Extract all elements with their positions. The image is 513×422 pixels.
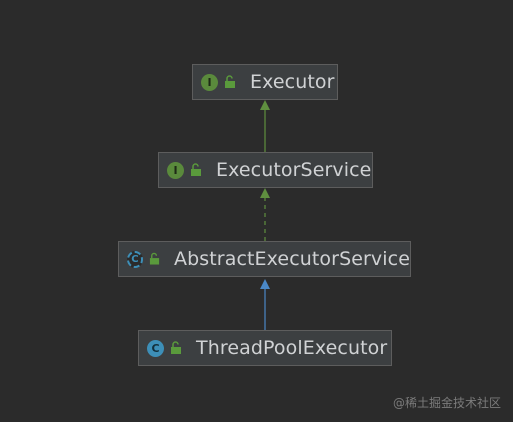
edge-arrowhead-abstract [260, 279, 270, 289]
abstract-class-icon: C [127, 250, 143, 268]
watermark: @稀土掘金技术社区 [392, 396, 501, 410]
node-abstractexecutorservice[interactable]: C AbstractExecutorService [118, 241, 411, 277]
lock-open-icon [149, 252, 160, 265]
node-label: ThreadPoolExecutor [196, 337, 388, 359]
lock-open-icon [171, 341, 181, 354]
edge-arrowhead-executorservice [260, 188, 270, 198]
class-icon: C [147, 339, 164, 357]
lock-open-icon [225, 75, 235, 88]
node-label: AbstractExecutorService [173, 248, 410, 270]
node-label: Executor [250, 71, 335, 93]
node-threadpoolexecutor[interactable]: C ThreadPoolExecutor [138, 330, 392, 366]
edge-arrowhead-executor [260, 100, 270, 110]
interface-icon: I [167, 161, 184, 179]
node-label: ExecutorService [216, 159, 372, 181]
interface-icon: I [201, 73, 218, 91]
node-executor[interactable]: I Executor [192, 64, 338, 100]
lock-open-icon [191, 163, 201, 176]
node-executorservice[interactable]: I ExecutorService [158, 152, 373, 188]
